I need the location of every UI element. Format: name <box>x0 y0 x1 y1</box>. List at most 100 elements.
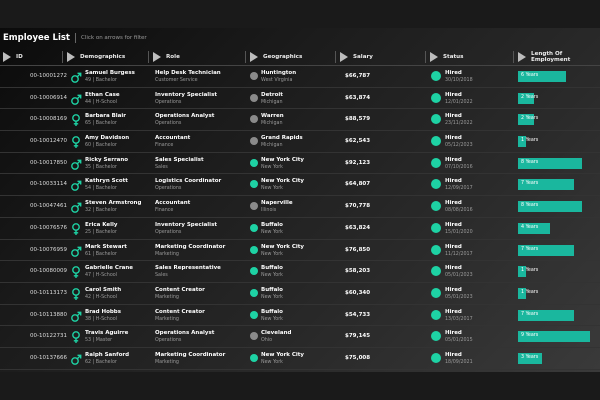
employee-id: 00-10113880 <box>30 311 67 318</box>
employee-name: Kathryn Scott <box>85 178 128 185</box>
employment-length-bar: 1 Years <box>518 287 538 299</box>
employee-status: Hired <box>445 286 462 293</box>
status-dot-icon <box>431 352 441 363</box>
column-divider <box>62 51 63 63</box>
employee-department: Marketing <box>155 316 179 322</box>
filter-arrow-icon[interactable] <box>518 52 526 62</box>
employee-role: Accountant <box>155 135 191 142</box>
employee-city: Buffalo <box>261 265 283 272</box>
employee-status: Hired <box>445 308 462 315</box>
employee-city: New York City <box>261 243 305 250</box>
column-id[interactable]: ID <box>3 48 23 66</box>
column-geographics[interactable]: Geographics <box>250 48 302 66</box>
male-icon <box>71 94 82 105</box>
employee-city: New York City <box>261 351 305 358</box>
filter-arrow-icon[interactable] <box>67 52 75 62</box>
employee-status: Hired <box>445 113 462 120</box>
employee-state: West Virginia <box>261 78 293 83</box>
employee-demographics: 47 | H-School <box>85 273 118 279</box>
status-dot-icon <box>431 179 441 190</box>
employee-department: Operations <box>155 229 182 235</box>
employee-department: Sales <box>155 164 168 170</box>
employee-city: Naperville <box>261 200 293 207</box>
employee-status: Hired <box>445 70 462 76</box>
hire-date: 15/01/2020 <box>445 229 473 235</box>
employee-salary: $63,824 <box>345 224 371 231</box>
female-icon <box>72 331 80 344</box>
hire-date: 13/03/2017 <box>445 316 473 322</box>
employee-id: 00-10006914 <box>30 94 67 101</box>
table-row[interactable]: 00-10033114 Kathryn Scott 54 | Bachelor … <box>0 174 600 197</box>
column-length[interactable]: Length Of Employment <box>518 48 600 66</box>
employee-salary: $60,340 <box>345 289 371 296</box>
hire-date: 12/01/2022 <box>445 99 473 105</box>
employee-name: Ricky Serrano <box>85 156 129 163</box>
status-dot-icon <box>431 71 441 81</box>
filter-arrow-icon[interactable] <box>430 52 438 62</box>
column-divider <box>148 51 149 63</box>
employee-name: Erica Kelly <box>85 221 118 228</box>
table-row[interactable]: 00-10122731 Travis Aguirre 53 | Master O… <box>0 326 600 348</box>
employee-city: New York City <box>261 156 305 163</box>
employment-length-label: 4 Years <box>521 224 539 230</box>
employee-salary: $76,850 <box>345 246 371 253</box>
table-row[interactable]: 00-10080009 Gabrielle Crane 47 | H-Schoo… <box>0 261 600 283</box>
table-row[interactable]: 00-10076576 Erica Kelly 25 | Bachelor In… <box>0 218 600 240</box>
employee-id: 00-10076576 <box>30 224 67 231</box>
table-row[interactable]: 00-10076959 Mark Stewart 61 | Bachelor M… <box>0 240 600 262</box>
table-row[interactable]: 00-10113173 Carol Smith 42 | H-School Co… <box>0 283 600 305</box>
filter-arrow-icon[interactable] <box>340 52 348 62</box>
employment-length-label: 1 Years <box>521 289 539 295</box>
employee-state: Michigan <box>261 143 283 149</box>
table-row[interactable]: 00-10012470 Amy Davidson 60 | Bachelor A… <box>0 131 600 153</box>
employee-department: Sales <box>155 273 168 279</box>
employee-demographics: 53 | Master <box>85 338 113 344</box>
table-row[interactable]: 00-10017850 Ricky Serrano 35 | Bachelor … <box>0 153 600 175</box>
filter-arrow-icon[interactable] <box>250 52 258 62</box>
employee-state: New York <box>261 229 283 235</box>
filter-arrow-icon[interactable] <box>153 52 161 62</box>
employee-status: Hired <box>445 156 462 163</box>
employee-demographics: 49 | Bachelor <box>85 78 117 83</box>
table-row[interactable]: 00-10001272 Samuel Burgess 49 | Bachelor… <box>0 66 600 88</box>
employee-demographics: 60 | Bachelor <box>85 143 117 149</box>
employee-demographics: 42 | H-School <box>85 294 118 300</box>
table-row[interactable]: 00-10008169 Barbara Blair 65 | Bachelor … <box>0 109 600 132</box>
employee-name: Mark Stewart <box>85 243 127 250</box>
employee-city: Grand Rapids <box>261 135 303 142</box>
location-dot-icon <box>250 245 258 254</box>
employee-department: Finance <box>155 208 174 214</box>
column-demographics[interactable]: Demographics <box>67 48 125 66</box>
employee-salary: $58,203 <box>345 268 371 275</box>
table-row[interactable]: 00-10006914 Ethan Case 44 | H-School Inv… <box>0 88 600 110</box>
employee-id: 00-10122731 <box>30 333 67 340</box>
employee-status: Hired <box>445 330 462 337</box>
status-dot-icon <box>431 201 441 212</box>
employee-role: Inventory Specialist <box>155 221 217 228</box>
employment-length-bar: 7 Years <box>518 179 574 191</box>
employee-salary: $63,874 <box>345 94 371 101</box>
employment-length-label: 6 Years <box>521 73 539 78</box>
column-role-label: Role <box>166 54 180 60</box>
column-salary[interactable]: Salary <box>340 48 373 66</box>
employment-length-bar: 9 Years <box>518 331 590 343</box>
employment-length-bar: 8 Years <box>518 157 582 169</box>
employee-status: Hired <box>445 221 462 228</box>
hire-date: 07/10/2016 <box>445 164 473 170</box>
employee-state: New York <box>261 294 283 300</box>
column-role[interactable]: Role <box>153 48 180 66</box>
hire-date: 11/12/2017 <box>445 251 473 257</box>
hire-date: 05/12/2023 <box>445 143 473 149</box>
table-row[interactable]: 00-10113880 Brad Hobbs 38 | H-School Con… <box>0 305 600 327</box>
location-dot-icon <box>250 332 258 341</box>
female-icon <box>72 136 80 149</box>
employee-state: New York <box>261 164 283 170</box>
table-row[interactable]: 00-10047461 Steven Armstrong 32 | Bachel… <box>0 196 600 218</box>
hire-date: 30/10/2018 <box>445 78 473 83</box>
location-dot-icon <box>250 115 258 124</box>
table-row[interactable]: 00-10137666 Ralph Sanford 62 | Bachelor … <box>0 348 600 370</box>
male-icon <box>71 311 82 322</box>
filter-arrow-icon[interactable] <box>3 52 11 62</box>
column-status[interactable]: Status <box>430 48 463 66</box>
female-icon <box>72 266 80 279</box>
